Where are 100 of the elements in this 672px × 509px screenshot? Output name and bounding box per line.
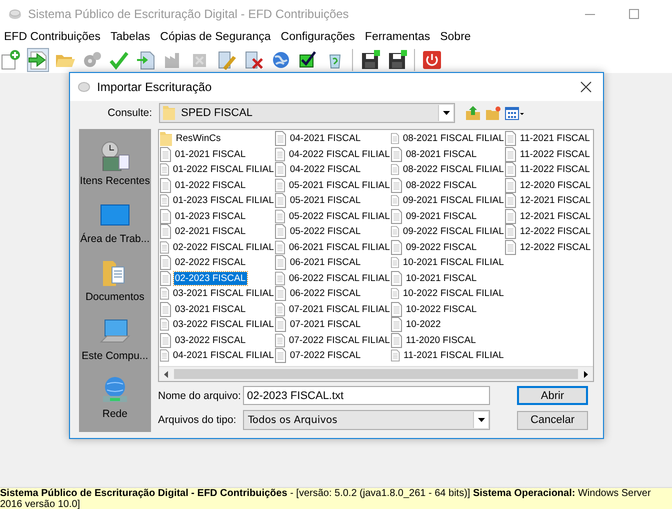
file-item[interactable]: 11-2021 FISCAL <box>518 132 591 146</box>
save-icon[interactable] <box>387 50 407 70</box>
file-item[interactable]: 03-2022 FISCAL FILIAL <box>172 318 275 332</box>
file-item[interactable]: 09-2022 FISCAL FILIAL <box>402 225 505 238</box>
document-icon <box>274 208 285 224</box>
place-item[interactable]: Este Compu... <box>82 350 148 362</box>
file-item[interactable]: 08-2021 FISCAL <box>404 148 478 161</box>
globe-icon[interactable] <box>271 50 291 70</box>
document-icon <box>390 270 402 286</box>
file-item[interactable]: 10-2021 FISCAL <box>404 272 478 285</box>
file-item[interactable]: 10-2022 <box>404 318 442 332</box>
file-item[interactable]: 10-2021 FISCAL FILIAL <box>402 256 505 270</box>
file-item[interactable]: 03-2021 FISCAL FILIAL <box>172 287 275 300</box>
look-in-dropdown[interactable]: SPED FISCAL <box>159 103 455 123</box>
file-item[interactable]: 05-2021 FISCAL <box>288 194 362 208</box>
dropdown-arrow-icon <box>478 418 484 422</box>
file-item[interactable]: 07-2022 FISCAL FILIAL <box>288 334 391 347</box>
scroll-right-icon[interactable] <box>584 370 588 378</box>
check-icon[interactable] <box>109 50 129 70</box>
file-item[interactable]: 12-2022 FISCAL <box>518 240 592 254</box>
file-item[interactable]: 04-2022 FISCAL FILIAL <box>288 148 391 161</box>
file-item[interactable]: 07-2021 FISCAL <box>288 318 362 332</box>
place-item[interactable]: Área de Trab... <box>80 233 150 246</box>
menu-item[interactable]: Sobre <box>440 31 471 43</box>
power-icon[interactable] <box>422 50 442 70</box>
file-item[interactable]: 02-2021 FISCAL <box>174 225 247 238</box>
file-item[interactable]: 08-2021 FISCAL FILIAL <box>402 132 505 146</box>
document-icon <box>504 240 516 255</box>
file-item[interactable]: 08-2022 FISCAL FILIAL <box>402 163 505 176</box>
file-item[interactable]: 06-2021 FISCAL <box>288 256 362 270</box>
file-item[interactable]: 11-2020 FISCAL <box>404 334 477 347</box>
file-item[interactable]: ResWinCs <box>174 132 222 146</box>
clock-document-icon[interactable] <box>98 141 131 171</box>
menu-item[interactable]: Cópias de Segurança <box>160 31 271 43</box>
document-delete-icon[interactable] <box>244 50 264 70</box>
file-item[interactable]: 07-2021 FISCAL FILIAL <box>288 302 391 316</box>
window-title: Sistema Público de Escrituração Digital - EFD Contribuições <box>28 7 350 21</box>
document-icon <box>390 224 399 240</box>
scroll-left-icon[interactable] <box>164 370 168 378</box>
new-folder-icon[interactable] <box>485 105 501 121</box>
file-item[interactable]: 12-2021 FISCAL <box>518 194 592 208</box>
document-icon <box>390 208 402 224</box>
place-item[interactable]: Itens Recentes <box>80 175 150 187</box>
file-item[interactable]: 04-2022 FISCAL <box>288 163 362 176</box>
file-name-field[interactable]: 02-2023 FISCAL.txt <box>243 386 490 405</box>
file-item[interactable]: 02-2022 FISCAL FILIAL <box>172 240 275 254</box>
place-item[interactable]: Documentos <box>85 291 144 304</box>
maximize-icon[interactable] <box>629 9 639 19</box>
close-icon[interactable] <box>580 81 592 93</box>
file-item[interactable]: 11-2022 FISCAL <box>518 148 591 161</box>
save-icon[interactable] <box>360 50 380 70</box>
file-item[interactable]: 12-2021 FISCAL <box>518 210 592 223</box>
file-item[interactable]: 09-2021 FISCAL <box>404 210 478 223</box>
document-arrow-icon[interactable] <box>136 50 156 70</box>
file-item[interactable]: 12-2020 FISCAL <box>518 178 592 192</box>
checkbox-icon[interactable] <box>298 50 318 70</box>
file-item[interactable]: 01-2023 FISCAL FILIAL <box>172 194 275 208</box>
menu-item[interactable]: EFD Contribuições <box>4 31 101 43</box>
file-item[interactable]: 08-2022 FISCAL <box>404 178 478 192</box>
document-edit-icon[interactable] <box>217 50 237 70</box>
file-item[interactable]: 03-2021 FISCAL <box>174 302 247 316</box>
file-item[interactable]: 10-2022 FISCAL FILIAL <box>402 287 505 300</box>
file-item[interactable]: 11-2021 FISCAL FILIAL <box>402 349 505 362</box>
menu-item[interactable]: Ferramentas <box>364 31 430 43</box>
file-item[interactable]: 04-2021 FISCAL <box>288 132 362 146</box>
document-icon <box>274 332 285 348</box>
file-item[interactable]: 01-2022 FISCAL <box>174 178 247 192</box>
file-item[interactable]: 02-2022 FISCAL <box>174 256 247 270</box>
file-item[interactable]: 01-2023 FISCAL <box>174 210 247 223</box>
dialog-button[interactable]: Cancelar <box>517 410 588 430</box>
file-item[interactable]: 11-2022 FISCAL <box>518 163 591 176</box>
file-item[interactable]: 12-2022 FISCAL <box>518 225 592 238</box>
file-item[interactable]: 09-2022 FISCAL <box>404 240 478 254</box>
arrow-icon[interactable] <box>28 50 48 70</box>
file-item[interactable]: 06-2021 FISCAL FILIAL <box>288 240 391 254</box>
place-item[interactable]: Rede <box>102 408 128 420</box>
horizontal-scrollbar[interactable] <box>158 366 593 381</box>
up-folder-icon[interactable] <box>465 105 481 121</box>
dialog-icon <box>78 81 90 93</box>
menu-item[interactable]: Tabelas <box>110 31 150 43</box>
view-menu-icon[interactable] <box>505 105 525 121</box>
file-item[interactable]: 02-2023 FISCAL <box>174 272 247 285</box>
file-item[interactable]: 05-2021 FISCAL FILIAL <box>288 178 391 192</box>
file-item[interactable]: 10-2022 FISCAL <box>404 302 478 316</box>
file-item[interactable]: 04-2021 FISCAL FILIAL <box>172 349 275 362</box>
file-item[interactable]: 01-2021 FISCAL <box>174 148 247 161</box>
file-item[interactable]: 09-2021 FISCAL FILIAL <box>402 194 505 208</box>
status-text: Sistema Público de Escrituração Digital - EFD Contribuições - [versão: 5.0.2 (java1.8.0_261 - 64 bits)] Sistema Operacional: Windows Server 2016 versão 10.0] <box>0 488 652 509</box>
document-icon <box>274 193 286 208</box>
dialog-button[interactable]: Abrir <box>517 386 588 405</box>
file-item[interactable]: 06-2022 FISCAL FILIAL <box>288 272 391 285</box>
file-item[interactable]: 01-2022 FISCAL FILIAL <box>172 163 275 176</box>
file-type-dropdown[interactable]: Todos os Arquivos <box>243 410 490 430</box>
file-item[interactable]: 06-2022 FISCAL <box>288 287 362 300</box>
file-item[interactable]: 07-2022 FISCAL <box>288 349 362 362</box>
file-item[interactable]: 05-2022 FISCAL <box>288 225 362 238</box>
new-document-icon[interactable] <box>1 50 21 70</box>
file-item[interactable]: 05-2022 FISCAL FILIAL <box>288 210 391 223</box>
menu-item[interactable]: Configurações <box>280 31 355 43</box>
file-item[interactable]: 03-2022 FISCAL <box>174 334 247 347</box>
